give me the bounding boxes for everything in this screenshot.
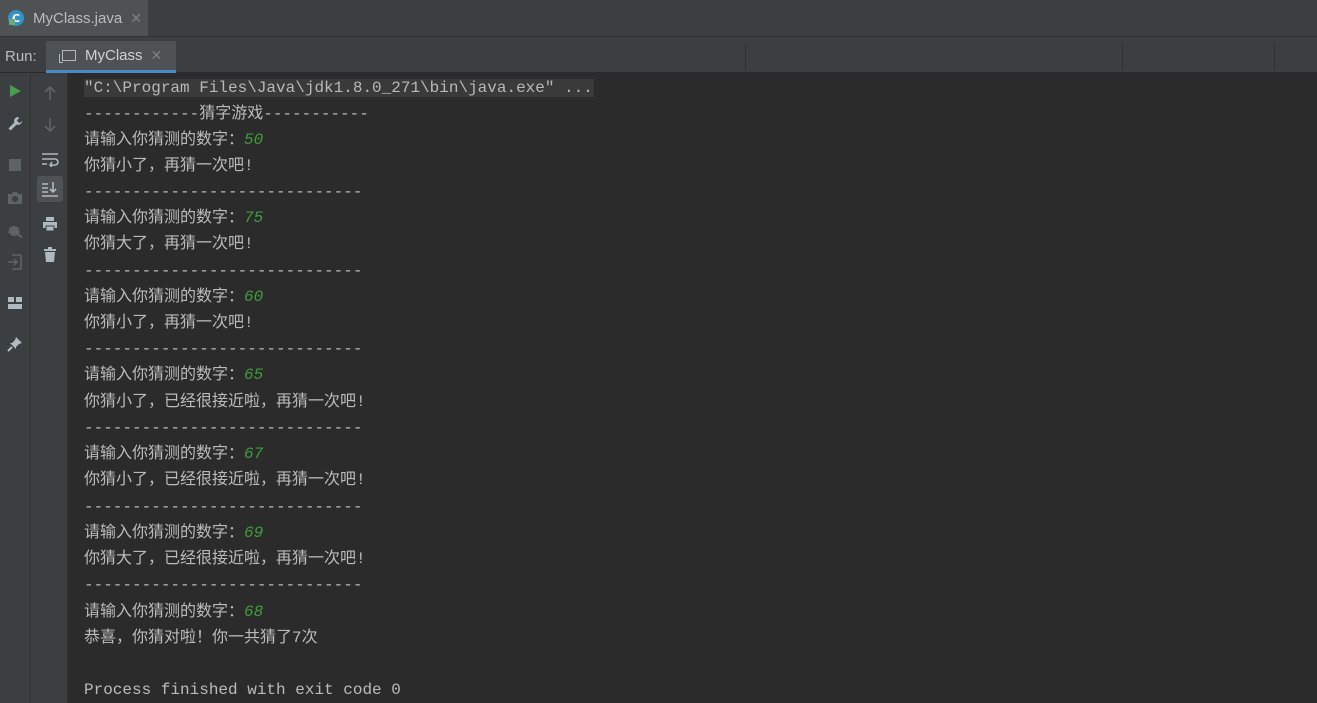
wrench-icon[interactable] [2,111,28,137]
input-number: 68 [244,603,264,621]
run-panel-header: Run: MyClass ✕ [0,41,1317,73]
separator-line: ----------------------------- [84,419,363,437]
separator-line: ----------------------------- [84,576,363,594]
console-line: 请输入你猜测的数字：75 [84,205,263,231]
close-icon[interactable]: ✕ [130,10,142,27]
console-line: ------------猜字游戏----------- [84,105,369,123]
console-line: 你猜小了，再猜一次吧! [84,157,254,175]
console-line: "C:\Program Files\Java\jdk1.8.0_271\bin\… [84,75,594,101]
console-line: 请输入你猜测的数字：68 [84,599,263,625]
run-label: Run: [5,48,37,65]
console-icon [59,50,76,63]
run-toolbar [0,73,31,703]
prompt-text: 请输入你猜测的数字： [84,209,245,227]
header-separator [1122,43,1123,71]
run-tab-label: MyClass [85,47,143,64]
prompt-text: 请输入你猜测的数字： [84,603,245,621]
console-line: 你猜大了，再猜一次吧! [84,235,254,253]
run-tab-myclass[interactable]: MyClass ✕ [46,41,176,73]
console-line: 你猜小了，再猜一次吧! [84,314,254,332]
input-number: 67 [244,445,264,463]
input-number: 60 [244,288,264,306]
exit-icon[interactable] [2,249,28,275]
arrow-up-icon[interactable] [37,80,63,106]
input-number: 50 [244,131,264,149]
editor-tab-label: MyClass.java [33,9,123,27]
console-line: 请输入你猜测的数字：60 [84,284,263,310]
editor-tab-bar: C MyClass.java ✕ [0,0,1317,37]
java-class-icon: C [8,10,24,26]
layout-icon[interactable] [2,290,28,316]
input-number: 69 [244,524,264,542]
debug-icon[interactable] [2,217,28,243]
console-line: 请输入你猜测的数字：65 [84,362,263,388]
prompt-text: 请输入你猜测的数字： [84,288,245,306]
arrow-down-icon[interactable] [37,112,63,138]
console-line: 请输入你猜测的数字：69 [84,520,263,546]
console-line: 恭喜，你猜对啦！你一共猜了7次 [84,629,318,647]
run-icon[interactable] [2,78,28,104]
soft-wrap-icon[interactable] [37,146,63,172]
exit-message: Process finished with exit code 0 [84,681,401,699]
console-line: 你猜小了，已经很接近啦，再猜一次吧! [84,393,366,411]
console-line: 你猜小了，已经很接近啦，再猜一次吧! [84,471,366,489]
close-icon[interactable]: ✕ [151,47,163,64]
console-line: 请输入你猜测的数字：50 [84,127,263,153]
console-toolbar [31,73,68,703]
separator-line: ----------------------------- [84,498,363,516]
scroll-to-end-icon[interactable] [37,176,63,202]
print-icon[interactable] [37,211,63,237]
header-separator [745,43,746,71]
java-command[interactable]: "C:\Program Files\Java\jdk1.8.0_271\bin\… [84,79,594,97]
separator-line: ----------------------------- [84,340,363,358]
stop-icon[interactable] [2,152,28,178]
prompt-text: 请输入你猜测的数字： [84,445,245,463]
console-line: 你猜大了，已经很接近啦，再猜一次吧! [84,550,366,568]
camera-icon[interactable] [2,185,28,211]
console-output[interactable]: "C:\Program Files\Java\jdk1.8.0_271\bin\… [68,73,1317,703]
separator-line: ----------------------------- [84,262,363,280]
trash-icon[interactable] [37,242,63,268]
console-line: 请输入你猜测的数字：67 [84,441,263,467]
prompt-text: 请输入你猜测的数字： [84,366,245,384]
prompt-text: 请输入你猜测的数字： [84,524,245,542]
pin-icon[interactable] [2,331,28,357]
header-separator [1274,43,1275,71]
separator-line: ----------------------------- [84,183,363,201]
input-number: 65 [244,366,264,384]
input-number: 75 [244,209,264,227]
prompt-text: 请输入你猜测的数字： [84,131,245,149]
editor-tab-myclass-java[interactable]: C MyClass.java ✕ [0,0,148,36]
